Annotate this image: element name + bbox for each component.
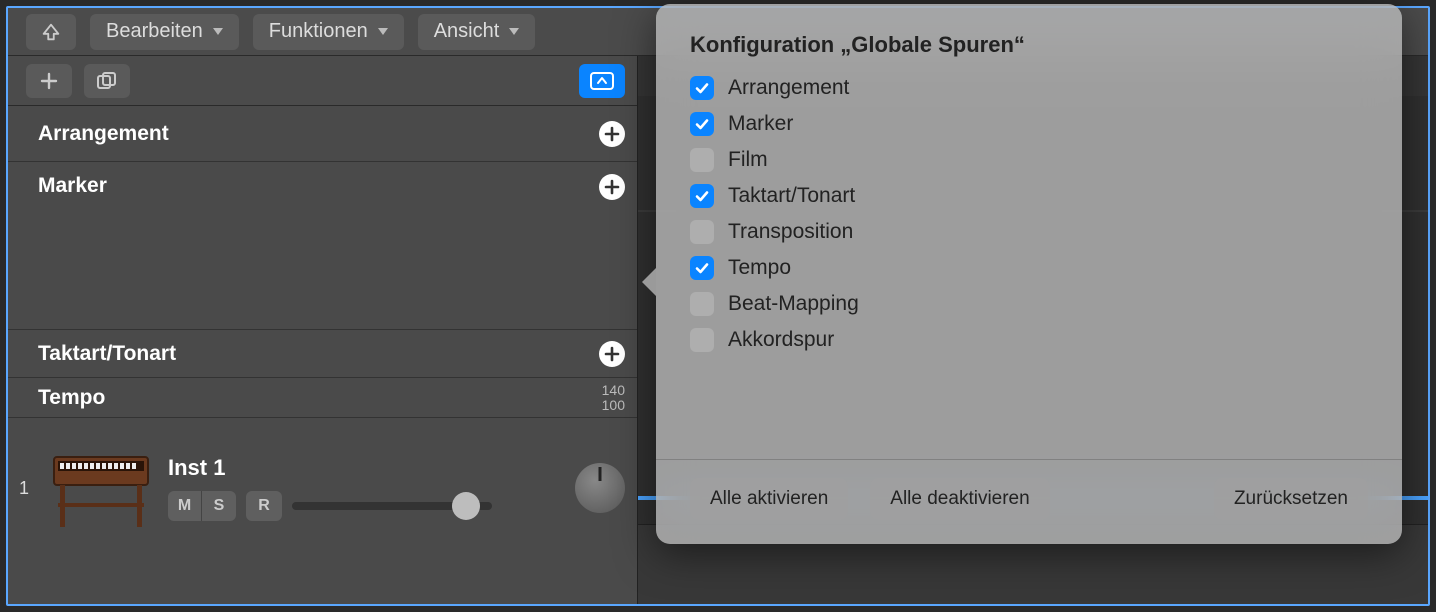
volume-thumb[interactable] <box>452 492 480 520</box>
popover-item: Film <box>690 148 1368 172</box>
disable-all-button[interactable]: Alle deaktivieren <box>870 478 1049 520</box>
track-header-column: Arrangement Marker Taktart/Tonart Tempo <box>8 56 638 604</box>
plus-icon <box>604 346 620 362</box>
checkbox[interactable] <box>690 184 714 208</box>
add-signature-button[interactable] <box>599 341 625 367</box>
signature-label: Taktart/Tonart <box>38 342 176 366</box>
track-toolbar <box>8 56 637 106</box>
add-track-button[interactable] <box>26 64 72 98</box>
edit-menu-label: Bearbeiten <box>106 20 203 43</box>
popover-item: Beat-Mapping <box>690 292 1368 316</box>
divider <box>656 459 1402 460</box>
volume-slider[interactable] <box>292 502 492 510</box>
view-menu-label: Ansicht <box>434 20 500 43</box>
pan-knob[interactable] <box>575 463 625 513</box>
popover-title: Konfiguration „Globale Spuren“ <box>690 32 1368 58</box>
popover-item: Tempo <box>690 256 1368 280</box>
duplicate-track-button[interactable] <box>84 64 130 98</box>
functions-menu-label: Funktionen <box>269 20 368 43</box>
checkbox[interactable] <box>690 220 714 244</box>
tempo-low: 100 <box>602 398 625 413</box>
checkbox-label: Marker <box>728 112 793 136</box>
view-menu[interactable]: Ansicht <box>418 14 536 50</box>
tempo-high: 140 <box>602 383 625 398</box>
enable-all-button[interactable]: Alle aktivieren <box>690 478 848 520</box>
collapse-icon <box>590 72 614 90</box>
reset-button[interactable]: Zurücksetzen <box>1214 478 1368 520</box>
global-track-arrangement[interactable]: Arrangement <box>8 106 637 162</box>
global-track-signature[interactable]: Taktart/Tonart <box>8 330 637 378</box>
plus-icon <box>604 179 620 195</box>
checkbox-label: Film <box>728 148 768 172</box>
functions-menu[interactable]: Funktionen <box>253 14 404 50</box>
solo-button[interactable]: S <box>202 491 236 521</box>
popover-item: Akkordspur <box>690 328 1368 352</box>
plus-icon <box>604 126 620 142</box>
popover-item: Taktart/Tonart <box>690 184 1368 208</box>
checkbox[interactable] <box>690 328 714 352</box>
checkbox-label: Beat-Mapping <box>728 292 859 316</box>
arrangement-label: Arrangement <box>38 122 169 146</box>
checkbox[interactable] <box>690 148 714 172</box>
checkbox-label: Arrangement <box>728 76 849 100</box>
track-row[interactable]: 1 Inst 1 M <box>8 418 637 558</box>
add-arrangement-button[interactable] <box>599 121 625 147</box>
edit-menu[interactable]: Bearbeiten <box>90 14 239 50</box>
checkbox-label: Tempo <box>728 256 791 280</box>
mute-button[interactable]: M <box>168 491 202 521</box>
global-tracks-popover: Konfiguration „Globale Spuren“ Arrangeme… <box>656 4 1402 544</box>
checkbox-label: Transposition <box>728 220 853 244</box>
checkbox[interactable] <box>690 76 714 100</box>
record-enable-button[interactable]: R <box>246 491 282 521</box>
popover-item: Marker <box>690 112 1368 136</box>
popover-list: Arrangement Marker Film Taktart/Tonart Trans… <box>690 76 1368 441</box>
popover-item: Arrangement <box>690 76 1368 100</box>
back-up-button[interactable] <box>26 14 76 50</box>
instrument-icon <box>46 433 156 543</box>
marker-label: Marker <box>38 174 107 198</box>
global-track-tempo[interactable]: Tempo 140 100 <box>8 378 637 418</box>
chevron-down-icon <box>213 28 223 35</box>
chevron-down-icon <box>378 28 388 35</box>
checkbox[interactable] <box>690 292 714 316</box>
global-tracks-toggle[interactable] <box>579 64 625 98</box>
duplicate-icon <box>96 71 118 91</box>
checkbox[interactable] <box>690 112 714 136</box>
plus-icon <box>39 71 59 91</box>
chevron-down-icon <box>509 28 519 35</box>
popover-item: Transposition <box>690 220 1368 244</box>
add-marker-button[interactable] <box>599 174 625 200</box>
checkbox[interactable] <box>690 256 714 280</box>
arrow-up-icon <box>40 21 62 43</box>
checkbox-label: Akkordspur <box>728 328 834 352</box>
global-track-marker[interactable]: Marker <box>8 162 637 330</box>
track-number: 1 <box>14 478 34 499</box>
tempo-range: 140 100 <box>602 383 625 413</box>
track-name[interactable]: Inst 1 <box>168 455 563 481</box>
checkbox-label: Taktart/Tonart <box>728 184 855 208</box>
tempo-label: Tempo <box>38 386 105 410</box>
